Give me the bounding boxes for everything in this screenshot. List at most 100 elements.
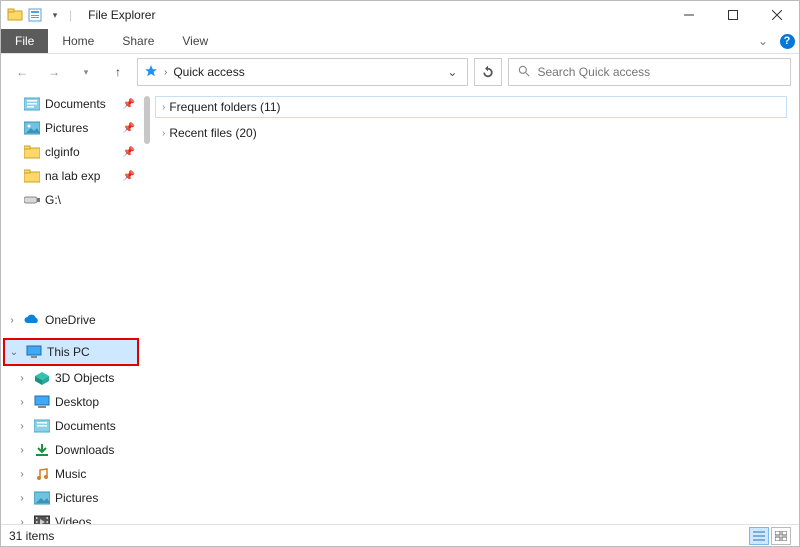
status-item-count: 31 items [9,529,54,543]
folder-icon [23,144,41,160]
tree-item-label: Desktop [55,395,99,409]
qat-dropdown-icon[interactable]: ▾ [47,7,63,23]
status-bar: 31 items [1,524,799,546]
tab-file[interactable]: File [1,29,48,53]
pin-icon: 📌 [123,147,139,158]
tree-item-onedrive[interactable]: › OneDrive [1,308,143,332]
tab-share[interactable]: Share [108,29,168,53]
tree-item-label: This PC [47,345,90,359]
file-explorer-window: ▾ | File Explorer File Home Share View ⌄… [0,0,800,547]
body: Documents 📌 Pictures 📌 clginfo 📌 [1,90,799,524]
tree-item-nalabexp[interactable]: na lab exp 📌 [1,164,143,188]
documents-icon [23,96,41,112]
search-input[interactable] [537,65,782,79]
tree-item-label: OneDrive [45,313,96,327]
chevron-right-icon: › [162,128,165,139]
expand-icon[interactable]: › [15,397,29,408]
pin-icon: 📌 [123,99,139,110]
window-title: File Explorer [80,8,155,22]
pin-icon: 📌 [123,123,139,134]
quick-access-icon [144,64,158,81]
downloads-icon [33,442,51,458]
forward-button[interactable]: → [41,59,67,85]
tree-item-3dobjects[interactable]: › 3D Objects [1,366,143,390]
tree-item-documents[interactable]: › Documents [1,414,143,438]
tree-item-label: Documents [45,97,106,111]
view-thumbnails-button[interactable] [771,527,791,545]
up-button[interactable]: ↑ [105,59,131,85]
documents-icon [33,418,51,434]
expand-icon[interactable]: › [15,493,29,504]
app-icon [7,7,23,23]
refresh-button[interactable] [474,58,502,86]
pictures-icon [23,120,41,136]
pane-splitter[interactable] [143,90,151,524]
expand-icon[interactable]: › [15,517,29,525]
recent-locations-button[interactable]: ▾ [73,59,99,85]
search-icon [517,64,531,81]
group-label: Frequent folders (11) [169,100,280,114]
titlebar: ▾ | File Explorer [1,1,799,29]
expand-icon[interactable]: › [15,469,29,480]
help-button[interactable]: ? [775,29,799,53]
address-path: Quick access [173,65,437,79]
tree-item-gdrive[interactable]: G:\ [1,188,143,212]
minimize-button[interactable] [667,1,711,29]
qat-separator: | [67,8,74,22]
group-frequent-folders[interactable]: › Frequent folders (11) [155,96,787,118]
expand-icon[interactable]: › [15,421,29,432]
search-box[interactable] [508,58,791,86]
ribbon-collapse-button[interactable]: ⌄ [751,29,775,53]
tree-item-label: 3D Objects [55,371,114,385]
pin-icon: 📌 [123,171,139,182]
tree-item-label: clginfo [45,145,80,159]
expand-icon[interactable]: › [15,445,29,456]
expand-icon[interactable]: › [15,373,29,384]
breadcrumb-chevron-icon[interactable]: › [164,67,167,78]
tab-view[interactable]: View [168,29,222,53]
help-icon: ? [780,34,795,49]
group-recent-files[interactable]: › Recent files (20) [155,122,787,144]
tree-item-pictures-pinned[interactable]: Pictures 📌 [1,116,143,140]
tree-item-music[interactable]: › Music [1,462,143,486]
tree-item-label: G:\ [45,193,61,207]
maximize-button[interactable] [711,1,755,29]
tree-item-videos[interactable]: › Videos [1,510,143,524]
pictures-icon [33,490,51,506]
tree-item-label: Pictures [55,491,98,505]
chevron-right-icon: › [162,102,165,113]
tree-item-thispc[interactable]: ⌄ This PC [5,340,137,364]
close-button[interactable] [755,1,799,29]
tree-item-label: na lab exp [45,169,100,183]
content-pane: › Frequent folders (11) › Recent files (… [151,90,799,524]
videos-icon [33,514,51,524]
back-button[interactable]: ← [9,59,35,85]
group-label: Recent files (20) [169,126,256,140]
navigation-pane: Documents 📌 Pictures 📌 clginfo 📌 [1,90,143,524]
tree-item-documents-pinned[interactable]: Documents 📌 [1,92,143,116]
tree-item-downloads[interactable]: › Downloads [1,438,143,462]
usb-drive-icon [23,192,41,208]
qat-properties-icon[interactable] [27,7,43,23]
address-dropdown-icon[interactable]: ⌄ [443,65,461,79]
expand-icon[interactable]: › [5,315,19,326]
tree-item-desktop[interactable]: › Desktop [1,390,143,414]
tree-item-label: Documents [55,419,116,433]
onedrive-icon [23,312,41,328]
tab-home[interactable]: Home [48,29,108,53]
tree-item-clginfo[interactable]: clginfo 📌 [1,140,143,164]
tree-item-label: Downloads [55,443,114,457]
tree-item-label: Music [55,467,86,481]
music-icon [33,466,51,482]
desktop-icon [33,394,51,410]
ribbon-tabs: File Home Share View ⌄ ? [1,29,799,54]
collapse-icon[interactable]: ⌄ [7,347,21,358]
scrollbar-thumb[interactable] [144,96,150,144]
navigation-row: ← → ▾ ↑ › Quick access ⌄ [1,54,799,90]
tree-item-pictures[interactable]: › Pictures [1,486,143,510]
thispc-icon [25,344,43,360]
tree-item-label: Videos [55,515,91,524]
address-bar[interactable]: › Quick access ⌄ [137,58,468,86]
folder-icon [23,168,41,184]
view-details-button[interactable] [749,527,769,545]
